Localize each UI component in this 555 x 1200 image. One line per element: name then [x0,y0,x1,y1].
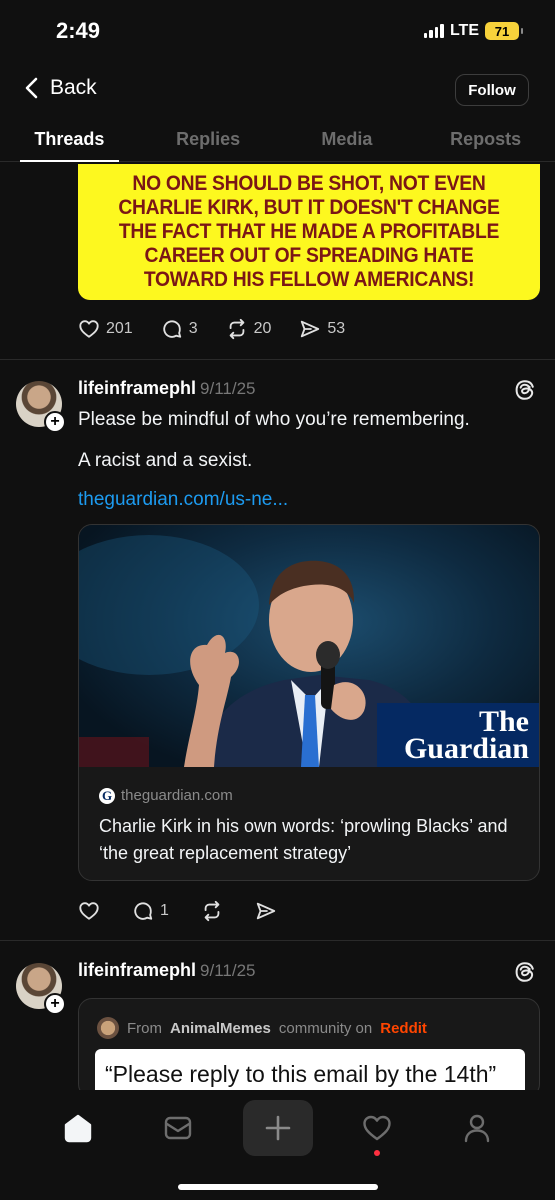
source-community[interactable]: AnimalMemes [170,1020,271,1037]
post3-header: lifeinframephl 9/11/25 [78,960,256,981]
home-icon [64,1114,92,1143]
status-bar: 2:49 LTE 71 [0,0,555,62]
share-icon [256,902,276,920]
guardian-logo: The Guardian [377,703,539,767]
signal-icon [423,24,444,38]
follow-plus-icon[interactable]: + [44,993,66,1015]
reply-count: 3 [188,320,198,337]
post-divider [0,940,555,941]
status-indicators: LTE 71 [423,22,523,40]
plus-icon [265,1115,291,1141]
reply-button[interactable]: 1 [132,900,169,922]
repost-icon [229,318,244,340]
post-date: 9/11/25 [200,961,256,980]
back-button[interactable]: Back [24,76,97,100]
post-date: 9/11/25 [200,379,256,398]
battery-icon: 71 [485,22,523,40]
heart-icon [79,902,99,920]
post-text-line2: A racist and a sexist. [78,450,253,471]
tab-threads[interactable]: Threads [0,118,139,162]
article-image: The Guardian [79,525,539,767]
profile-tab[interactable] [461,1112,493,1144]
back-label: Back [50,76,97,99]
reply-button[interactable]: 3 [161,318,198,340]
share-icon [301,320,320,338]
inbox-tab[interactable] [162,1112,194,1144]
threads-logo-icon[interactable] [513,960,537,984]
like-button[interactable]: 201 [78,318,133,340]
community-avatar [97,1017,119,1039]
link-preview-card[interactable]: The Guardian G theguardian.com Charlie K… [78,524,540,881]
status-time: 2:49 [56,18,101,43]
source-prefix: From [127,1019,162,1037]
network-label: LTE [449,22,479,39]
guardian-favicon-icon: G [99,787,115,804]
activity-heart-icon [363,1115,391,1141]
share-button[interactable]: 53 [299,318,345,340]
nav-header: Back Follow [0,66,555,114]
card-domain-text: theguardian.com [121,787,233,804]
activity-tab[interactable] [361,1112,393,1144]
post2-actions: 1 [78,900,277,922]
tab-reposts[interactable]: Reposts [416,118,555,161]
profile-tabs: Threads Replies Media Reposts [0,118,555,162]
source-site: Reddit [380,1019,427,1037]
share-button[interactable] [255,900,277,922]
card-title: Charlie Kirk in his own words: ‘prowling… [99,816,508,863]
threads-logo-icon[interactable] [513,378,537,402]
post-link[interactable]: theguardian.com/us-ne... [78,489,288,511]
inbox-icon [164,1116,192,1140]
quoted-post-card[interactable]: From AnimalMemes community on Reddit “Pl… [78,998,540,1098]
banner-text: NO ONE SHOULD BE SHOT, NOT EVEN CHARLIE … [118,172,500,291]
notification-dot [374,1150,380,1156]
reply-count: 1 [160,902,169,919]
post2-header: lifeinframephl 9/11/25 [78,378,256,399]
share-count: 53 [327,320,346,337]
post-divider [0,359,555,360]
home-indicator [178,1184,378,1190]
post-image-banner[interactable]: NO ONE SHOULD BE SHOT, NOT EVEN CHARLIE … [78,164,540,300]
new-thread-button[interactable] [243,1100,313,1156]
heart-icon [79,320,99,338]
follow-plus-icon[interactable]: + [44,411,66,433]
like-button[interactable] [78,900,100,922]
repost-button[interactable]: 20 [226,318,272,340]
follow-button[interactable]: Follow [455,74,529,106]
username[interactable]: lifeinframephl [78,960,196,980]
comment-icon [163,320,181,338]
repost-button[interactable] [201,900,223,922]
repost-count: 20 [253,320,272,337]
source-mid: community on [278,1019,373,1037]
repost-icon [204,900,220,922]
post1-actions: 201 3 20 53 [78,318,345,340]
tab-media[interactable]: Media [278,118,417,161]
post-text-line1: Please be mindful of who you’re remember… [78,409,470,430]
chevron-left-icon [25,77,38,99]
card-domain: G theguardian.com [99,787,233,804]
tab-replies[interactable]: Replies [139,118,278,161]
quote-source: From AnimalMemes community on Reddit [97,1017,427,1039]
username[interactable]: lifeinframephl [78,378,196,398]
home-tab[interactable] [62,1112,94,1144]
profile-icon [464,1114,490,1143]
like-count: 201 [106,320,133,337]
comment-icon [134,902,153,920]
